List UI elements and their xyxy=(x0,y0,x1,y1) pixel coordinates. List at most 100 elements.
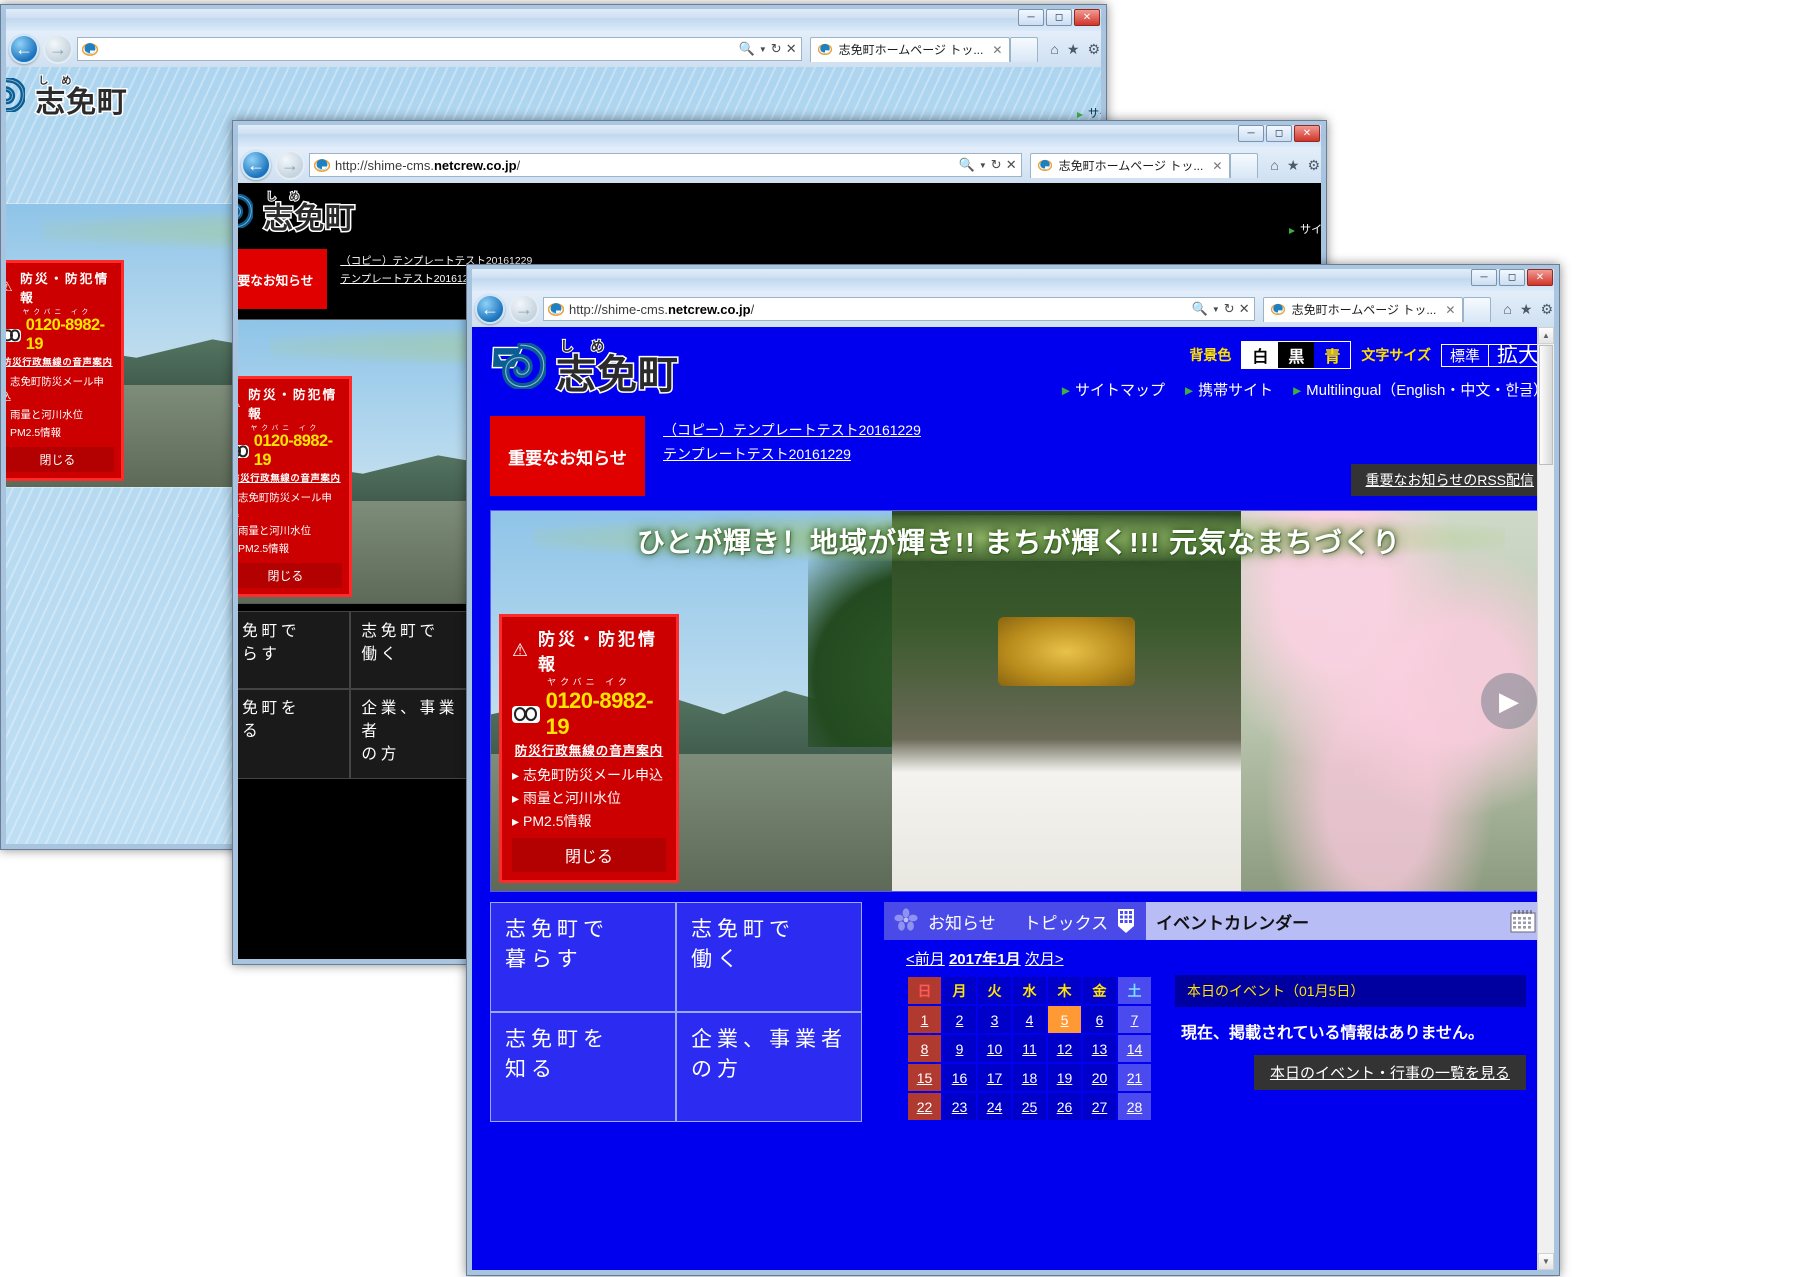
font-size-normal-button[interactable]: 標準 xyxy=(1442,344,1489,366)
gear-icon[interactable]: ⚙ xyxy=(1307,157,1320,174)
scroll-thumb[interactable] xyxy=(1539,345,1553,465)
bousai-link-2[interactable]: PM2.5情報 xyxy=(238,541,342,556)
nav-tile-2[interactable]: 志免町を知る xyxy=(490,1012,676,1122)
new-tab-button[interactable] xyxy=(1463,296,1492,322)
calendar-day-link[interactable]: 11 xyxy=(1022,1041,1037,1057)
calendar-day-link[interactable]: 4 xyxy=(1026,1012,1034,1028)
address-bar-tools[interactable]: 🔍 ▼ ↻ ✕ xyxy=(733,41,797,57)
forward-arrow-icon[interactable]: → xyxy=(275,150,305,180)
site-logo[interactable]: しめ志免町 xyxy=(6,76,128,119)
back-arrow-icon[interactable]: ← xyxy=(241,150,271,180)
calendar-day-13[interactable]: 13 xyxy=(1083,1035,1116,1062)
home-icon[interactable]: ⌂ xyxy=(1050,41,1058,57)
calendar-day-link[interactable]: 10 xyxy=(987,1041,1003,1057)
calendar-day-11[interactable]: 11 xyxy=(1013,1035,1046,1062)
bousai-close-button[interactable]: 閉じる xyxy=(6,447,115,472)
panel-tabs[interactable]: お知らせ トピックス イベントカレンダー xyxy=(884,902,1548,940)
font-size-switcher[interactable]: 標準 拡大 xyxy=(1440,343,1548,367)
browser-navbar[interactable]: ← → http://shime-cms.netcrew.co.jp/ 🔍 ▼ … xyxy=(233,147,1326,183)
calendar-day-8[interactable]: 8 xyxy=(908,1035,941,1062)
address-bar[interactable]: http://shime-cms.netcrew.co.jp/ 🔍 ▼ ↻ ✕ xyxy=(309,153,1022,177)
stop-icon[interactable]: ✕ xyxy=(1006,157,1017,173)
vertical-scrollbar[interactable]: ▲ ▼ xyxy=(1537,327,1554,1270)
calendar-day-link[interactable]: 3 xyxy=(991,1012,999,1028)
calendar-day-link[interactable]: 20 xyxy=(1092,1070,1108,1086)
calendar-day-link[interactable]: 6 xyxy=(1096,1012,1104,1028)
calendar-day-link[interactable]: 13 xyxy=(1092,1041,1108,1057)
calendar-day-22[interactable]: 22 xyxy=(908,1093,941,1120)
nav-tile-0[interactable]: 志免町で暮らす xyxy=(490,902,676,1012)
calendar-day-5[interactable]: 5 xyxy=(1048,1006,1081,1033)
bg-color-black-button[interactable]: 黒 xyxy=(1278,342,1315,368)
notice-link-0[interactable]: （コピー）テンプレートテスト20161229 xyxy=(663,420,921,440)
calendar-day-link[interactable]: 17 xyxy=(987,1070,1003,1086)
address-bar-tools[interactable]: 🔍 ▼ ↻ ✕ xyxy=(1186,301,1250,317)
calendar-day-18[interactable]: 18 xyxy=(1013,1064,1046,1091)
window-buttons[interactable]: ─ ◻ ✕ xyxy=(1238,125,1320,142)
calendar-day-link[interactable]: 22 xyxy=(917,1099,933,1115)
forward-arrow-icon[interactable]: → xyxy=(43,34,73,64)
hero-next-arrow[interactable]: ▶ xyxy=(1481,673,1537,729)
bousai-box[interactable]: ⚠ 防災・防犯情報ヤクバニ イク0120-8982-19防災行政無線の音声案内志免… xyxy=(238,375,353,597)
calendar-day-link[interactable]: 8 xyxy=(921,1041,929,1057)
nav-tile-2[interactable]: 志免町を知る xyxy=(238,688,350,780)
calendar-day-link[interactable]: 21 xyxy=(1127,1070,1143,1086)
browser-tool-icons[interactable]: ⌂ ★ ⚙ xyxy=(1270,157,1320,174)
bousai-box[interactable]: ⚠ 防災・防犯情報ヤクバニ イク0120-8982-19防災行政無線の音声案内志免… xyxy=(6,259,125,481)
browser-tab[interactable]: 志免町ホームページ トッ... ✕ xyxy=(1262,296,1464,322)
rss-link[interactable]: 重要なお知らせのRSS配信 xyxy=(1365,472,1534,488)
calendar-day-1[interactable]: 1 xyxy=(908,1006,941,1033)
calendar-day-2[interactable]: 2 xyxy=(943,1006,976,1033)
site-logo[interactable]: しめ志免町 xyxy=(238,192,356,235)
tab-strip[interactable]: 志免町ホームページ トッ... ✕ xyxy=(1262,296,1492,322)
calendar-prev-month[interactable]: <前月 xyxy=(906,951,945,968)
calendar-day-15[interactable]: 15 xyxy=(908,1064,941,1091)
new-tab-button[interactable] xyxy=(1010,36,1039,62)
top-link-0[interactable]: サイトマップ xyxy=(1077,105,1101,121)
calendar-day-link[interactable]: 1 xyxy=(921,1012,929,1028)
calendar-day-link[interactable]: 5 xyxy=(1061,1012,1069,1028)
search-icon[interactable]: 🔍 xyxy=(739,41,755,57)
bousai-link-1[interactable]: 雨量と河川水位 xyxy=(6,407,114,422)
chevron-down-icon[interactable]: ▼ xyxy=(759,45,767,54)
calendar-day-link[interactable]: 15 xyxy=(917,1070,933,1086)
search-icon[interactable]: 🔍 xyxy=(1192,301,1208,317)
chevron-down-icon[interactable]: ▼ xyxy=(1212,305,1220,314)
bousai-link-1[interactable]: 雨量と河川水位 xyxy=(238,523,342,538)
bousai-link-1[interactable]: 雨量と河川水位 xyxy=(512,788,666,808)
calendar-day-link[interactable]: 23 xyxy=(952,1099,968,1115)
bg-color-white-button[interactable]: 白 xyxy=(1242,342,1279,368)
browser-navbar[interactable]: ← → 🔍 ▼ ↻ ✕ 志免町ホームページ トッ... ✕ ⌂ ★ ⚙ xyxy=(1,31,1106,67)
browser-navbar[interactable]: ← → http://shime-cms.netcrew.co.jp/ 🔍 ▼ … xyxy=(467,291,1559,327)
bousai-link-0[interactable]: 志免町防災メール申込 xyxy=(238,490,342,520)
calendar-day-link[interactable]: 24 xyxy=(987,1099,1003,1115)
gear-icon[interactable]: ⚙ xyxy=(1087,41,1100,58)
calendar-day-link[interactable]: 28 xyxy=(1127,1099,1143,1115)
calendar-day-link[interactable]: 14 xyxy=(1127,1041,1143,1057)
important-notice-button[interactable]: 重要なお知らせ xyxy=(238,249,327,309)
address-bar-tools[interactable]: 🔍 ▼ ↻ ✕ xyxy=(953,157,1017,173)
tab-close-icon[interactable]: ✕ xyxy=(1212,159,1222,173)
tab-topics[interactable]: トピックス xyxy=(1011,902,1147,940)
calendar-day-4[interactable]: 4 xyxy=(1013,1006,1046,1033)
calendar-day-9[interactable]: 9 xyxy=(943,1035,976,1062)
close-button[interactable]: ✕ xyxy=(1074,9,1100,26)
minimize-button[interactable]: ─ xyxy=(1238,125,1264,142)
maximize-button[interactable]: ◻ xyxy=(1046,9,1072,26)
calendar-day-3[interactable]: 3 xyxy=(978,1006,1011,1033)
tab-close-icon[interactable]: ✕ xyxy=(1445,303,1455,317)
calendar-day-17[interactable]: 17 xyxy=(978,1064,1011,1091)
new-tab-button[interactable] xyxy=(1230,152,1259,178)
bousai-link-0[interactable]: 志免町防災メール申込 xyxy=(6,374,114,404)
calendar-day-24[interactable]: 24 xyxy=(978,1093,1011,1120)
calendar-day-7[interactable]: 7 xyxy=(1118,1006,1151,1033)
tab-close-icon[interactable]: ✕ xyxy=(992,43,1002,57)
top-link-0[interactable]: サイトマップ xyxy=(1289,221,1321,237)
bousai-close-button[interactable]: 閉じる xyxy=(512,838,666,872)
top-link-1[interactable]: 携帯サイト xyxy=(1185,379,1273,400)
browser-tool-icons[interactable]: ⌂ ★ ⚙ xyxy=(1503,301,1553,318)
calendar-next-month[interactable]: 次月> xyxy=(1025,951,1064,968)
calendar-day-6[interactable]: 6 xyxy=(1083,1006,1116,1033)
window-buttons[interactable]: ─ ◻ ✕ xyxy=(1018,9,1100,26)
bousai-radio-link[interactable]: 防災行政無線の音声案内 xyxy=(238,470,342,484)
